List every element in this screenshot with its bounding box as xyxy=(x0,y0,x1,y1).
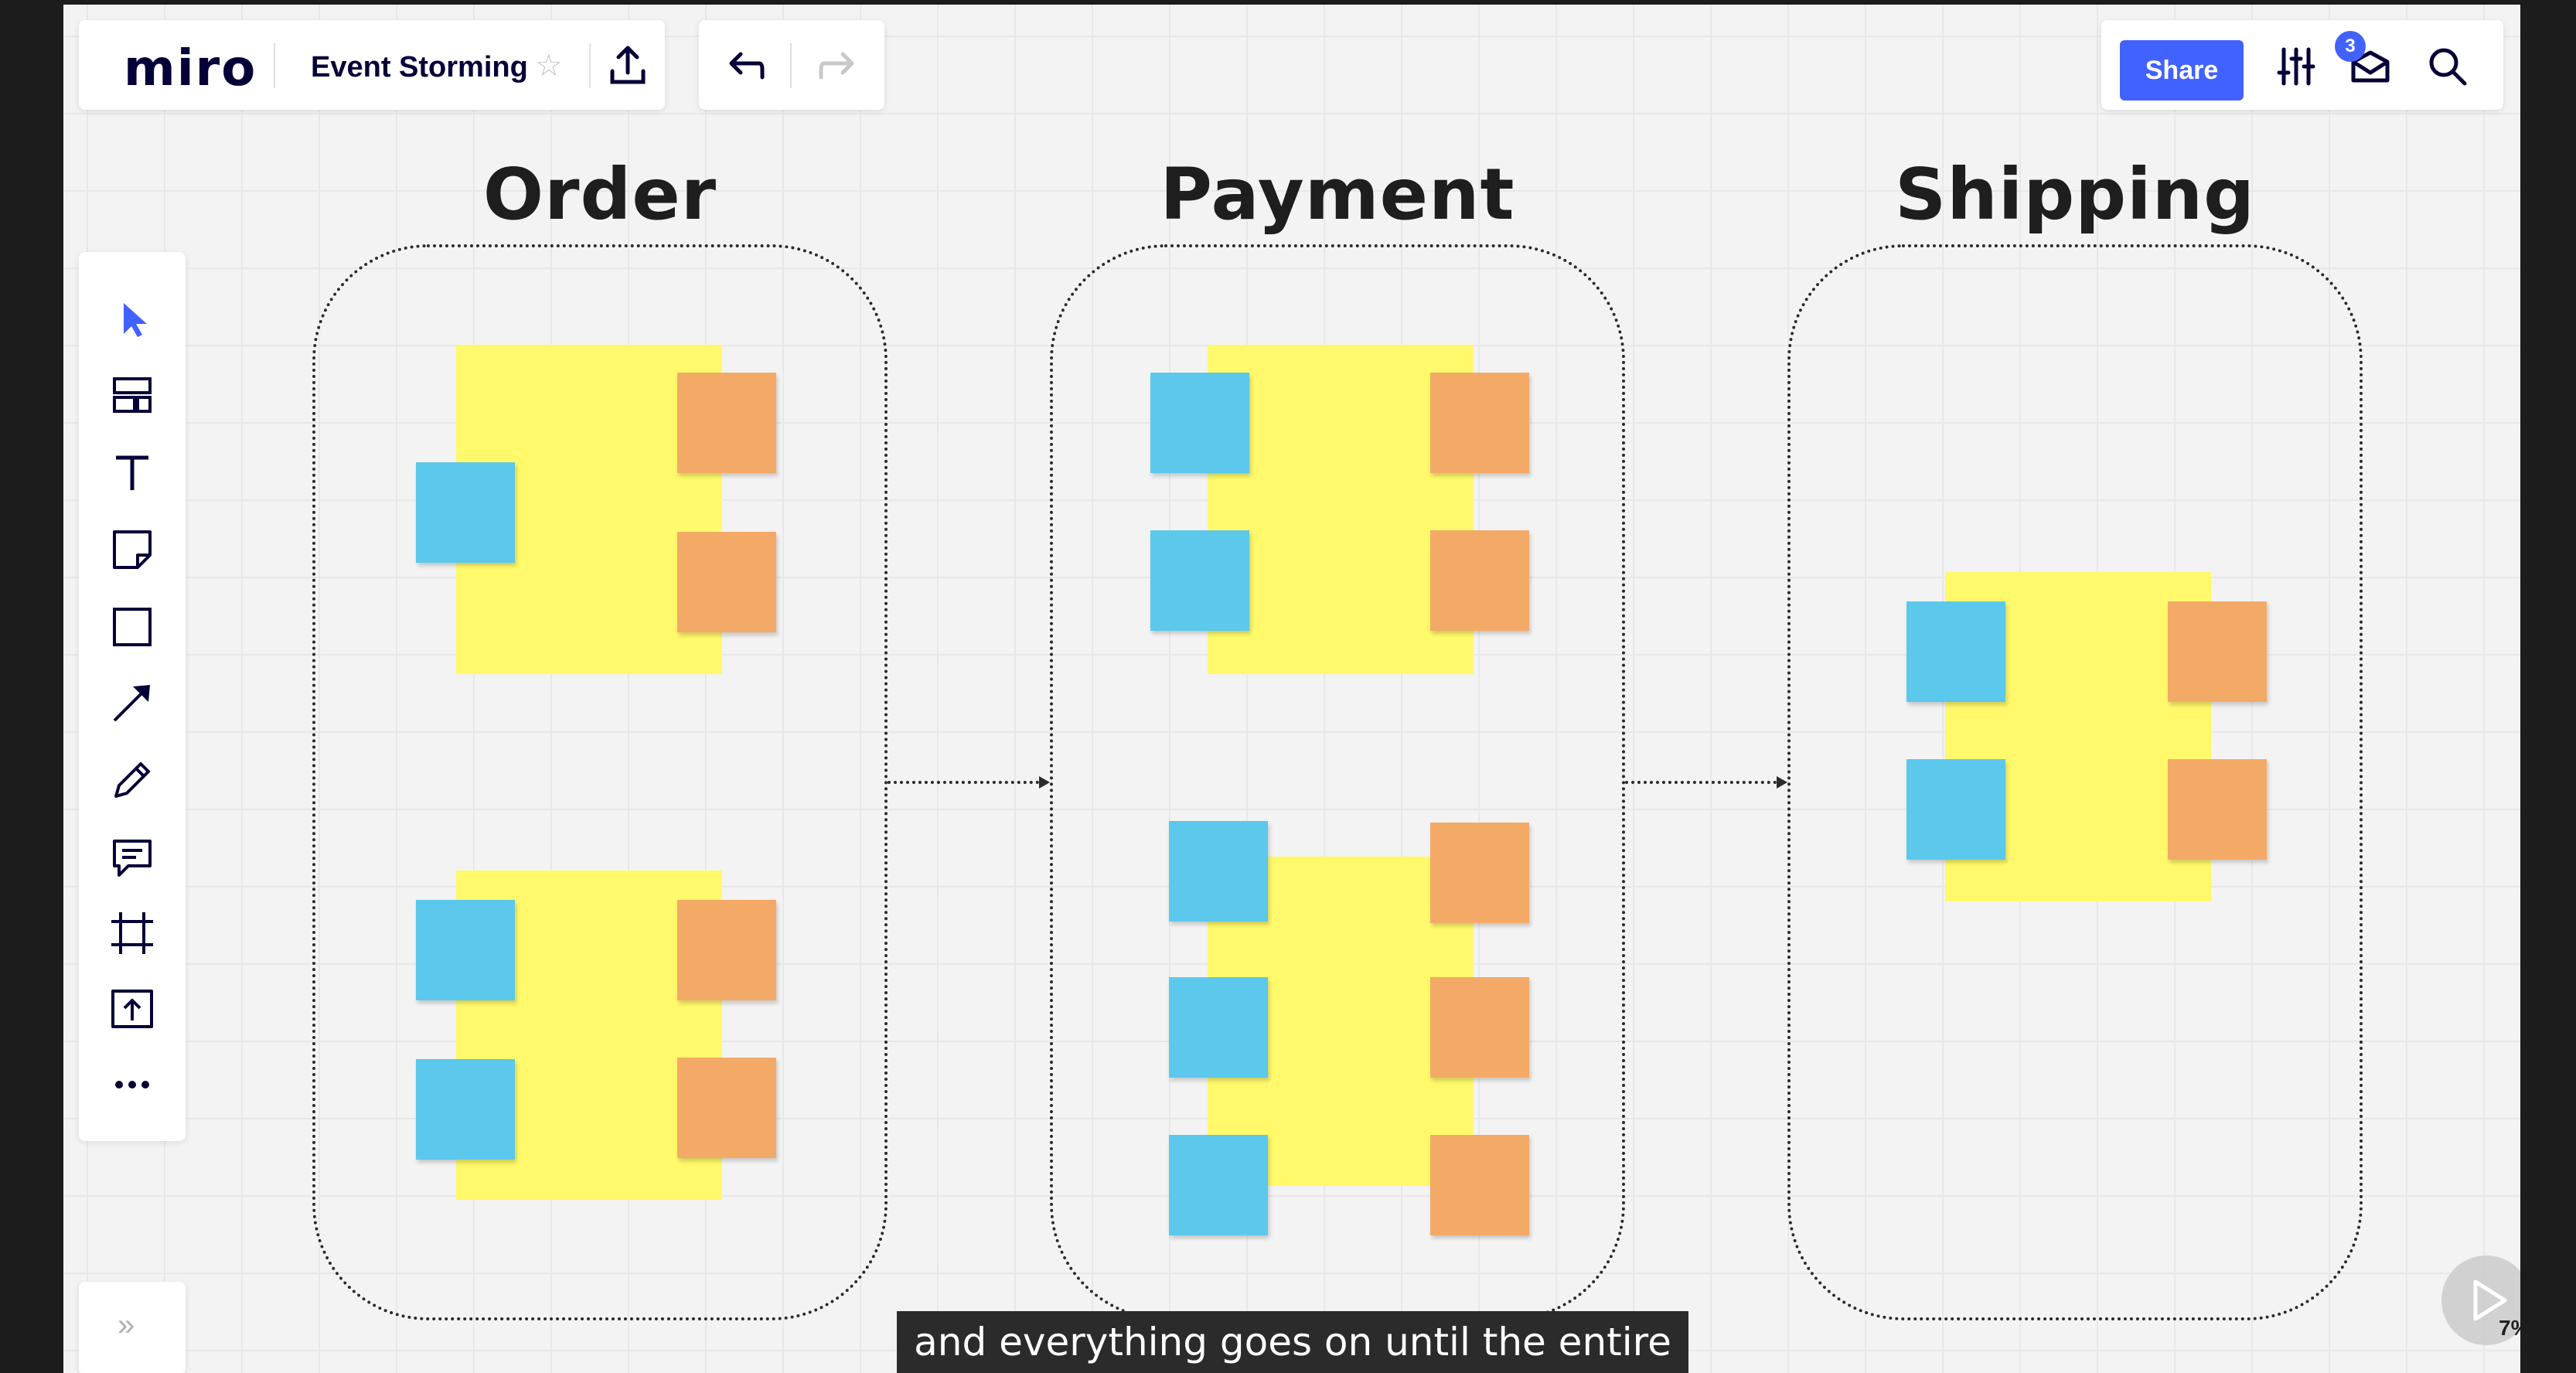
sticky-note-blue[interactable] xyxy=(416,1059,515,1160)
share-button[interactable]: Share xyxy=(2120,40,2244,101)
pen-icon[interactable] xyxy=(105,753,159,807)
miro-logo[interactable]: miro xyxy=(124,40,257,97)
history-controls xyxy=(699,20,884,110)
sticky-note-orange[interactable] xyxy=(677,900,776,1000)
sticky-note-orange[interactable] xyxy=(1430,823,1529,923)
sticky-note-blue[interactable] xyxy=(1906,759,2005,860)
sticky-note-orange[interactable] xyxy=(2168,759,2267,860)
divider xyxy=(589,43,591,88)
sticky-note-icon[interactable] xyxy=(105,523,159,577)
more-icon[interactable] xyxy=(105,1058,159,1112)
sticky-note-blue[interactable] xyxy=(1906,601,2005,702)
comment-icon[interactable] xyxy=(105,830,159,884)
upload-icon[interactable] xyxy=(605,42,651,88)
expand-chevron-icon[interactable]: » xyxy=(118,1308,135,1343)
sticky-note-blue[interactable] xyxy=(1150,373,1249,473)
collaboration-controls: Share 3 xyxy=(2101,20,2503,110)
frame-title-payment[interactable]: Payment xyxy=(1050,153,1625,236)
upload-icon[interactable] xyxy=(105,982,159,1036)
divider xyxy=(274,43,275,88)
star-icon[interactable]: ☆ xyxy=(535,48,563,83)
divider xyxy=(790,43,792,88)
connector-line[interactable] xyxy=(1625,781,1777,784)
frame-icon[interactable] xyxy=(105,906,159,960)
search-icon[interactable] xyxy=(2424,43,2471,90)
sticky-note-orange[interactable] xyxy=(1430,977,1529,1078)
notification-badge: 3 xyxy=(2335,31,2366,62)
select-icon[interactable] xyxy=(105,292,159,346)
arrow-icon[interactable] xyxy=(105,676,159,730)
connector-line[interactable] xyxy=(888,781,1039,784)
board-name[interactable]: Event Storming xyxy=(311,51,528,84)
sticky-note-orange[interactable] xyxy=(1430,1135,1529,1235)
sticky-note-orange[interactable] xyxy=(2168,601,2267,702)
sticky-note-blue[interactable] xyxy=(1169,821,1268,922)
board-header: miro Event Storming ☆ xyxy=(79,20,665,110)
sticky-note-blue[interactable] xyxy=(1150,530,1249,631)
sticky-note-blue[interactable] xyxy=(416,900,515,1000)
sticky-note-orange[interactable] xyxy=(1430,373,1529,473)
arrowhead-icon xyxy=(1039,776,1050,789)
frame-title-shipping[interactable]: Shipping xyxy=(1787,153,2363,236)
left-toolbar xyxy=(79,252,186,1141)
sticky-note-blue[interactable] xyxy=(416,462,515,563)
sticky-note-orange[interactable] xyxy=(677,1058,776,1158)
templates-icon[interactable] xyxy=(105,368,159,422)
sticky-note-orange[interactable] xyxy=(677,373,776,473)
video-caption: and everything goes on until the entire xyxy=(897,1311,1688,1373)
sticky-note-blue[interactable] xyxy=(1169,1135,1268,1235)
sticky-note-blue[interactable] xyxy=(1169,977,1268,1078)
redo-icon[interactable] xyxy=(815,43,861,90)
progress-percent: 7% xyxy=(2499,1316,2520,1340)
shape-icon[interactable] xyxy=(105,600,159,654)
sliders-icon[interactable] xyxy=(2273,43,2319,90)
sticky-note-orange[interactable] xyxy=(1430,530,1529,631)
arrowhead-icon xyxy=(1777,776,1787,789)
board-canvas[interactable]: miro Event Storming ☆ Share 3 » Order Pa… xyxy=(63,5,2520,1373)
frame-title-order[interactable]: Order xyxy=(312,153,888,236)
sticky-note-orange[interactable] xyxy=(677,532,776,632)
expand-panel: » xyxy=(79,1282,186,1373)
undo-icon[interactable] xyxy=(722,43,768,90)
text-icon[interactable] xyxy=(105,445,159,499)
